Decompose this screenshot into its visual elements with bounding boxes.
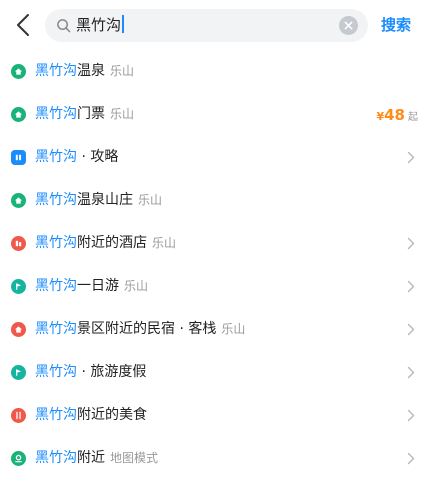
suggestion-text: 温泉山庄 [77,192,133,208]
suggestion-item[interactable]: 黑竹沟景区附近的民宿 · 客栈 乐山 [0,308,429,351]
suggestion-item[interactable]: 黑竹沟门票 乐山 ¥48 起 [0,93,429,136]
homestay-icon [11,322,26,337]
suggestion-text: 景区附近的民宿 · 客栈 [77,321,217,337]
suggestion-text: 温泉 [77,63,105,79]
price-tag: ¥48 起 [376,93,418,136]
chevron-right-icon [407,323,415,336]
highlight-text: 黑竹沟 [35,63,77,79]
city-label: 乐山 [110,64,135,78]
suggestion-list: 黑竹沟温泉 乐山 黑竹沟门票 乐山 ¥48 起 黑竹沟 · 攻略 黑竹沟温泉山庄 乐山 … [0,50,429,480]
chevron-right-icon [407,409,415,422]
highlight-text: 黑竹沟 [35,364,77,380]
highlight-text: 黑竹沟 [35,192,77,208]
hot-spring-icon [11,64,26,79]
suggestion-text: 门票 [77,106,105,122]
city-label: 乐山 [124,279,149,293]
search-button[interactable]: 搜索 [381,13,411,37]
city-label: 乐山 [110,107,135,121]
city-label: 乐山 [138,193,163,207]
price-value: 48 [384,106,405,124]
chevron-right-icon [407,452,415,465]
suggestion-text: · 旅游度假 [77,364,147,380]
suggestion-item[interactable]: 黑竹沟附近的美食 [0,394,429,437]
price-symbol: ¥ [376,110,385,123]
close-icon [344,21,353,30]
guide-icon [11,150,26,165]
food-icon [11,408,26,423]
day-tour-flag-icon [11,279,26,294]
search-box[interactable]: 黑竹沟 [45,9,368,42]
chevron-right-icon [407,366,415,379]
map-pin-icon [11,451,26,466]
search-input[interactable]: 黑竹沟 [76,9,125,42]
ticket-icon [11,107,26,122]
text-caret [122,15,125,33]
city-label: 乐山 [152,236,177,250]
search-bar: 黑竹沟 搜索 [0,0,429,50]
suggestion-item[interactable]: 黑竹沟温泉 乐山 [0,50,429,93]
suggestion-text: 附近 [77,450,105,466]
hot-spring-icon [11,193,26,208]
highlight-text: 黑竹沟 [35,106,77,122]
chevron-right-icon [407,237,415,250]
hotel-icon [11,236,26,251]
suggestion-item[interactable]: 黑竹沟一日游 乐山 [0,265,429,308]
highlight-text: 黑竹沟 [35,149,77,165]
search-query: 黑竹沟 [76,16,122,34]
chevron-left-icon [17,14,29,36]
suggestion-text: 附近的酒店 [77,235,147,251]
suggestion-item[interactable]: 黑竹沟附近 地图模式 [0,437,429,480]
chevron-right-icon [407,280,415,293]
suggestion-item[interactable]: 黑竹沟附近的酒店 乐山 [0,222,429,265]
suggestion-item[interactable]: 黑竹沟 · 旅游度假 [0,351,429,394]
chevron-right-icon [407,151,415,164]
back-button[interactable] [10,11,36,39]
city-label: 乐山 [221,322,246,336]
suggestion-item[interactable]: 黑竹沟温泉山庄 乐山 [0,179,429,222]
highlight-text: 黑竹沟 [35,235,77,251]
highlight-text: 黑竹沟 [35,321,77,337]
suggestion-text: 附近的美食 [77,407,147,423]
price-suffix: 起 [408,112,418,123]
suggestion-item[interactable]: 黑竹沟 · 攻略 [0,136,429,179]
suggestion-text: 一日游 [77,278,119,294]
vacation-flag-icon [11,365,26,380]
highlight-text: 黑竹沟 [35,407,77,423]
suggestion-text: · 攻略 [77,149,119,165]
highlight-text: 黑竹沟 [35,450,77,466]
clear-button[interactable] [339,16,358,35]
search-icon [57,19,71,33]
map-mode-label: 地图模式 [110,451,159,465]
highlight-text: 黑竹沟 [35,278,77,294]
